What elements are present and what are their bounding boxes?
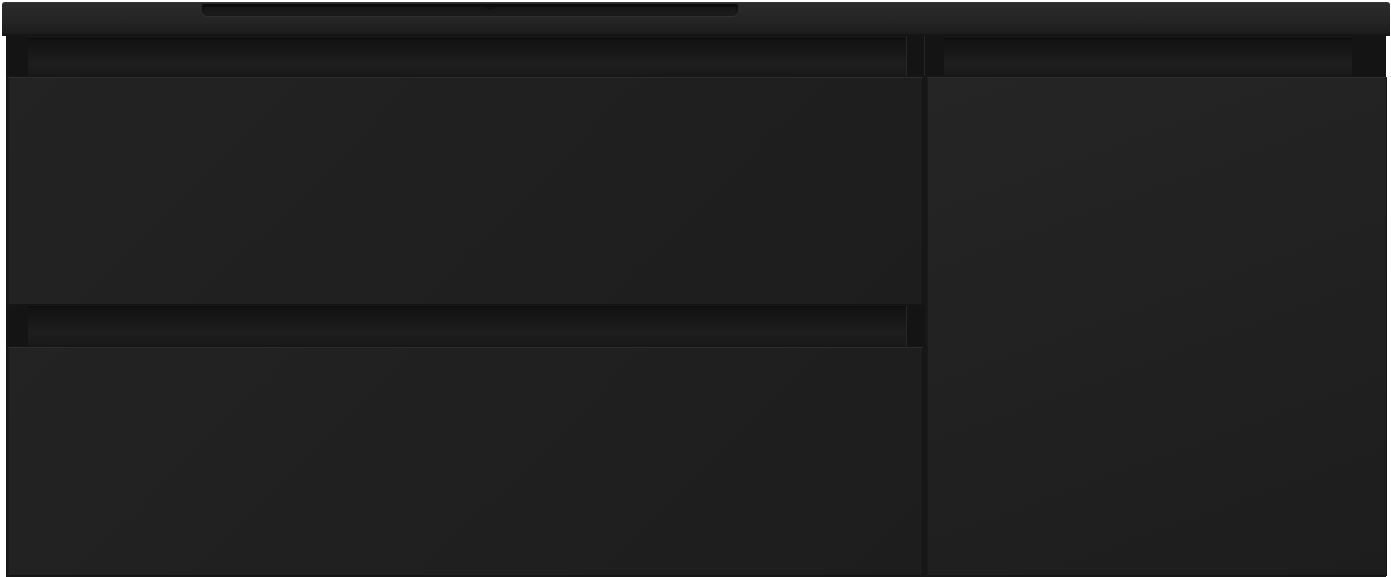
upper-drawer-front <box>8 77 923 305</box>
carcass-side-left-lower <box>6 306 28 346</box>
handle-groove-top-left <box>28 38 906 75</box>
lower-drawer-front <box>8 347 923 576</box>
cabinet-door <box>927 77 1387 576</box>
carcass-divider-b <box>924 36 945 76</box>
carcass-side-left <box>6 36 28 76</box>
tap-hole <box>485 5 495 9</box>
integrated-basin <box>202 4 738 16</box>
carcass-divider-a <box>906 36 925 76</box>
handle-groove-middle <box>28 306 906 345</box>
vanity-unit <box>0 0 1391 577</box>
handle-groove-top-right <box>944 38 1352 75</box>
carcass-side-right <box>1352 36 1386 76</box>
carcass-divider-lower <box>906 306 925 346</box>
